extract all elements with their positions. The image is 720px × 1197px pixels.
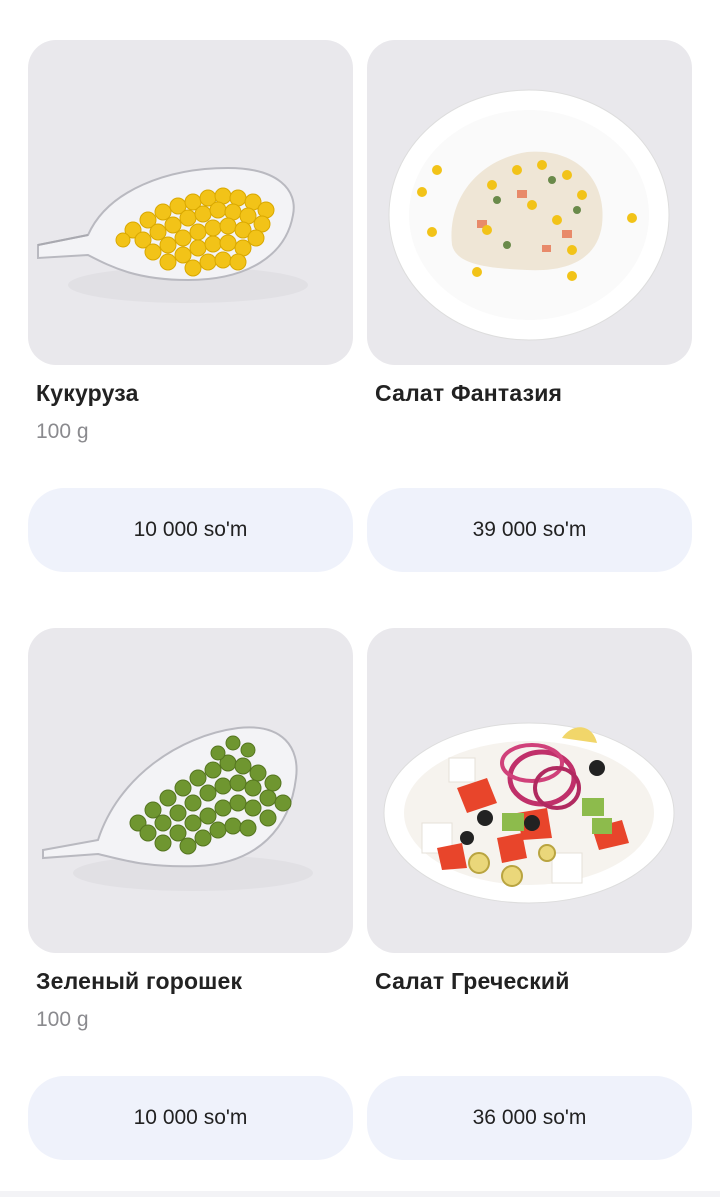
product-name: Зеленый горошек bbox=[36, 968, 243, 994]
salad-plate-image bbox=[388, 89, 670, 341]
price-button[interactable]: 36 000 so'm bbox=[367, 1076, 692, 1160]
product-card[interactable]: Салат Фантазия 39 000 so'm bbox=[367, 40, 692, 572]
peas-bowl-image bbox=[42, 726, 313, 891]
product-photo[interactable] bbox=[367, 628, 692, 953]
product-card[interactable]: Зеленый горошек 100 g 10 000 so'm bbox=[28, 628, 353, 1160]
product-name: Кукуруза bbox=[36, 380, 139, 406]
product-photo[interactable] bbox=[28, 628, 353, 953]
corn-bowl-image bbox=[37, 166, 308, 303]
product-grid: Кукуруза 100 g 10 000 so'm Салат Фантази… bbox=[0, 0, 720, 1197]
greek-salad-image bbox=[383, 722, 675, 904]
product-photo[interactable] bbox=[367, 40, 692, 365]
product-name: Салат Греческий bbox=[375, 968, 570, 994]
product-card[interactable]: Салат Греческий 36 000 so'm bbox=[367, 628, 692, 1160]
product-name: Салат Фантазия bbox=[375, 380, 563, 406]
product-weight: 100 g bbox=[36, 420, 89, 443]
product-weight: 100 g bbox=[36, 1008, 89, 1031]
bottom-edge bbox=[0, 1191, 720, 1197]
product-card[interactable]: Кукуруза 100 g 10 000 so'm bbox=[28, 40, 353, 572]
product-photo[interactable] bbox=[28, 40, 353, 365]
price-button[interactable]: 10 000 so'm bbox=[28, 488, 353, 572]
price-button[interactable]: 10 000 so'm bbox=[28, 1076, 353, 1160]
price-button[interactable]: 39 000 so'm bbox=[367, 488, 692, 572]
